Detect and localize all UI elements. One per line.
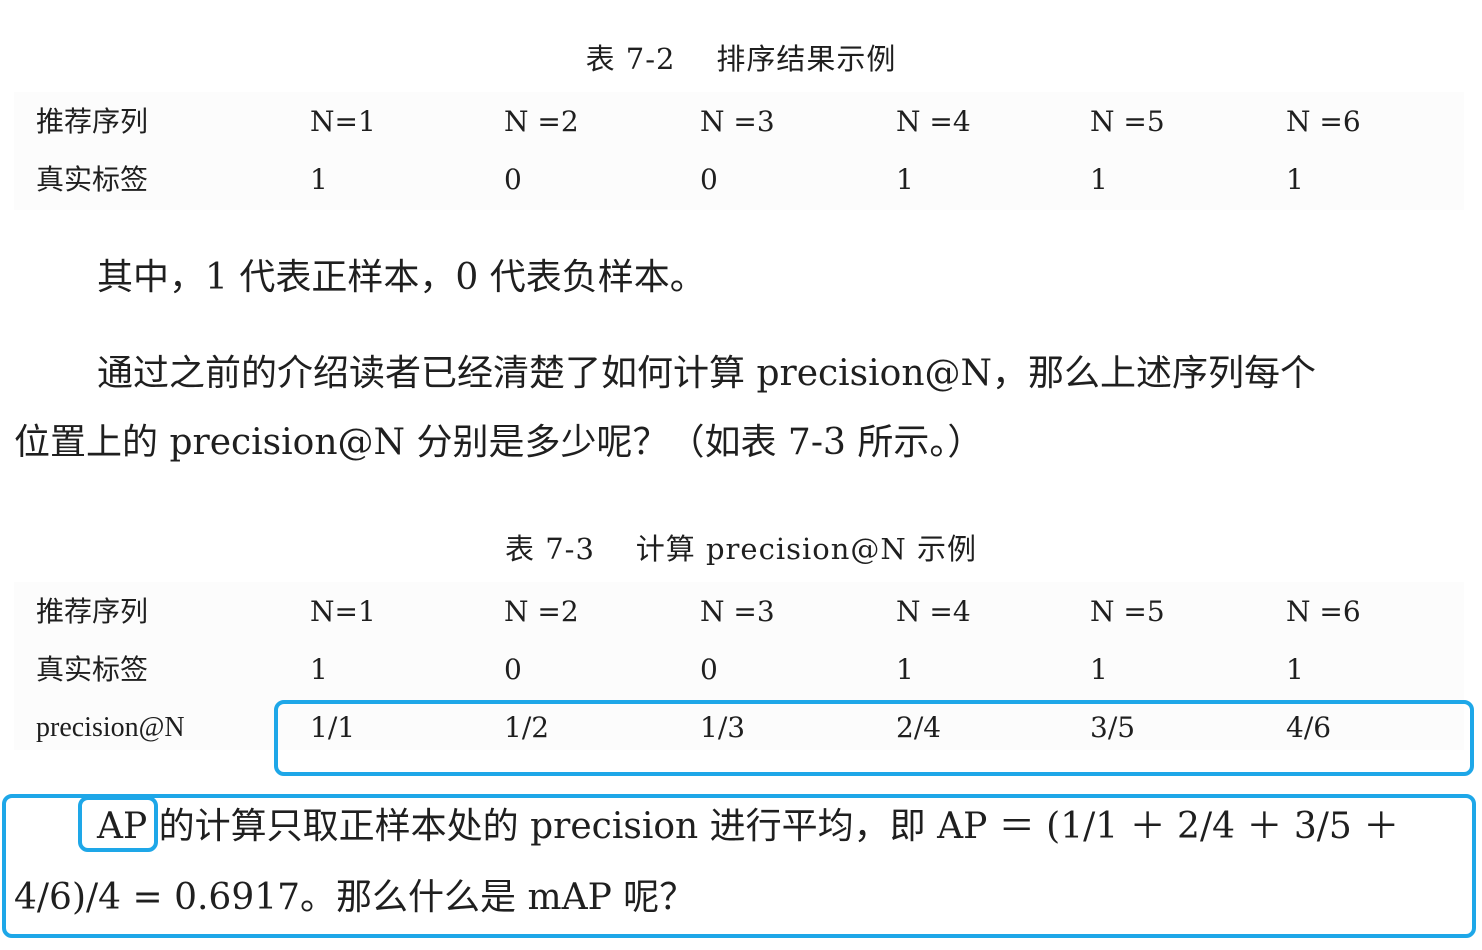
table-cell: N =2 [504,595,579,628]
precision-row-highlight [274,700,1474,776]
table-7-2-caption: 表 7-2 排序结果示例 [585,42,897,76]
paragraph-question-line1: 通过之前的介绍读者已经清楚了如何计算 precision@N，那么上述序列每个 [97,353,1317,394]
table-cell: N =6 [1286,105,1361,138]
table-row: 真实标签 1 0 0 1 1 1 [14,160,1464,200]
table-cell: 1 [310,163,328,196]
table-cell: 1 [896,653,914,686]
row-label: precision@N [36,712,185,743]
table-cell: N =4 [896,595,971,628]
table-cell: 1 [1090,653,1108,686]
row-label: 推荐序列 [36,105,149,138]
table-cell: 1 [1286,163,1304,196]
table-row: 真实标签 1 0 0 1 1 1 [14,650,1464,690]
table-cell: N =3 [700,595,775,628]
row-label: 推荐序列 [36,595,149,628]
table-cell: 1 [1286,653,1304,686]
table-cell: 0 [504,163,522,196]
table-cell: N=1 [310,105,376,138]
table-7-3-caption: 表 7-3 计算 precision@N 示例 [504,532,977,566]
table-cell: N =3 [700,105,775,138]
table-cell: N=1 [310,595,376,628]
table-cell: N =4 [896,105,971,138]
table-cell: 1 [310,653,328,686]
table-row: 推荐序列 N=1 N =2 N =3 N =4 N =5 N =6 [14,102,1464,142]
ap-paragraph-highlight [2,794,1476,938]
paragraph-sample-legend: 其中，1 代表正样本，0 代表负样本。 [97,257,706,298]
table-cell: N =5 [1090,595,1165,628]
paragraph-question-line2: 位置上的 precision@N 分别是多少呢？（如表 7-3 所示。） [14,422,984,463]
table-cell: N =6 [1286,595,1361,628]
row-label: 真实标签 [36,163,149,196]
document-page: 表 7-2 排序结果示例 推荐序列 N=1 N =2 N =3 N =4 N =… [0,0,1482,950]
table-cell: 1 [1090,163,1108,196]
table-cell: 1 [896,163,914,196]
table-cell: 0 [700,653,718,686]
table-cell: 0 [700,163,718,196]
row-label: 真实标签 [36,653,149,686]
table-cell: N =5 [1090,105,1165,138]
table-7-2: 推荐序列 N=1 N =2 N =3 N =4 N =5 N =6 真实标签 1… [14,92,1464,210]
table-cell: N =2 [504,105,579,138]
table-row: 推荐序列 N=1 N =2 N =3 N =4 N =5 N =6 [14,592,1464,632]
ap-term-highlight [78,796,158,852]
table-cell: 0 [504,653,522,686]
